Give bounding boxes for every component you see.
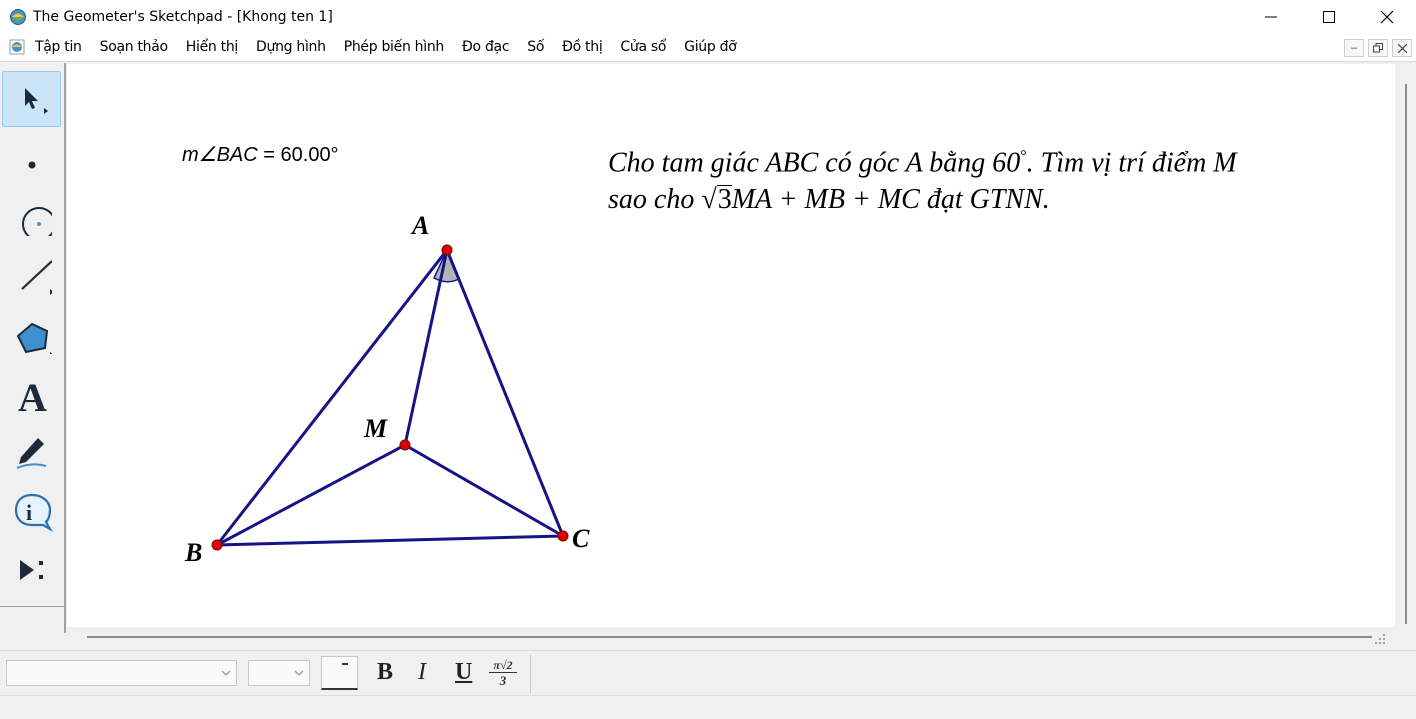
menu-bar: Tập tin Soạn thảo Hiển thị Dựng hình Phé… <box>0 33 1416 62</box>
text-color-button[interactable] <box>321 656 358 690</box>
geometry-figure <box>211 244 569 551</box>
menu-file[interactable]: Tập tin <box>35 39 82 55</box>
title-bar: The Geometer's Sketchpad - [Khong ten 1] <box>0 0 1416 33</box>
point-icon <box>28 161 35 169</box>
horizontal-scroll-thumb[interactable] <box>87 636 1372 638</box>
chevron-down-icon <box>294 670 304 676</box>
doc-close-icon <box>1397 43 1407 53</box>
custom-tool-icon <box>19 560 43 580</box>
label-C[interactable]: C <box>572 524 589 554</box>
custom-tool[interactable] <box>2 542 61 598</box>
minimize-icon <box>1265 16 1277 17</box>
straightedge-tool[interactable] <box>2 247 61 303</box>
segment-AC[interactable] <box>445 249 565 537</box>
document-window-controls: – <box>1344 39 1412 57</box>
label-M[interactable]: M <box>364 414 387 444</box>
font-size-select[interactable] <box>248 660 310 686</box>
svg-text:A: A <box>18 375 47 415</box>
underline-button[interactable]: U <box>455 659 472 686</box>
menu-measure[interactable]: Đo đạc <box>462 39 510 55</box>
math-format-bottom: 3 <box>499 673 507 688</box>
information-tool[interactable]: i <box>2 483 61 539</box>
menu-graph[interactable]: Đồ thị <box>562 39 603 55</box>
menu-construct[interactable]: Dựng hình <box>256 39 326 55</box>
arrow-icon <box>24 88 48 114</box>
toolbox: A i <box>0 63 66 633</box>
menu-help[interactable]: Giúp đỡ <box>684 39 737 55</box>
vertical-scroll-thumb[interactable] <box>1405 84 1407 624</box>
menu-number[interactable]: Số <box>527 39 544 55</box>
sketch-canvas[interactable]: m∠BAC = 60.00° Cho tam giác ABC có góc A… <box>67 64 1395 627</box>
format-bar-separator <box>530 655 531 693</box>
label-A[interactable]: A <box>412 211 429 241</box>
point-M[interactable] <box>399 439 411 451</box>
toolbox-separator <box>0 606 64 607</box>
arrow-select-tool[interactable] <box>2 71 61 127</box>
italic-button[interactable]: I <box>418 659 426 686</box>
point-C[interactable] <box>557 530 569 542</box>
doc-close-button[interactable] <box>1392 39 1412 57</box>
window-title: The Geometer's Sketchpad - [Khong ten 1] <box>33 8 333 25</box>
math-format-top: π√2 <box>489 658 517 673</box>
label-B[interactable]: B <box>185 538 202 568</box>
doc-minimize-icon: – <box>1350 42 1358 54</box>
close-button[interactable] <box>1358 0 1416 33</box>
segment-BC[interactable] <box>216 534 564 547</box>
doc-minimize-button[interactable]: – <box>1344 39 1364 57</box>
menu-transform[interactable]: Phép biến hình <box>344 39 445 55</box>
close-icon <box>1380 10 1394 23</box>
maximize-icon <box>1323 10 1335 23</box>
bold-button[interactable]: B <box>377 659 393 686</box>
straightedge-icon <box>20 260 52 295</box>
point-B[interactable] <box>211 539 223 551</box>
svg-text:i: i <box>26 500 32 525</box>
font-family-select[interactable] <box>6 660 237 686</box>
chevron-down-icon <box>221 670 231 676</box>
sketchpad-app-icon <box>10 8 26 25</box>
compass-tool[interactable] <box>2 188 61 244</box>
minimize-button[interactable] <box>1242 0 1300 33</box>
polygon-tool[interactable] <box>2 306 61 362</box>
text-a-icon: A <box>18 375 47 415</box>
compass-icon <box>21 207 52 236</box>
info-icon: i <box>14 493 53 532</box>
text-format-bar: B I U π√2 3 <box>0 650 1416 695</box>
segment-AB[interactable] <box>215 249 449 546</box>
segment-MB[interactable] <box>216 443 406 547</box>
menu-display[interactable]: Hiển thị <box>186 39 239 55</box>
math-format-button[interactable]: π√2 3 <box>489 658 517 688</box>
text-color-dash-icon <box>342 663 348 665</box>
menu-edit[interactable]: Soạn thảo <box>100 39 168 55</box>
polygon-icon <box>16 322 52 354</box>
document-icon[interactable] <box>9 39 25 55</box>
segment-MC[interactable] <box>404 443 564 538</box>
text-tool[interactable]: A <box>2 365 61 421</box>
vertical-scrollbar[interactable] <box>1396 64 1416 650</box>
horizontal-scrollbar[interactable] <box>67 627 1396 650</box>
point-tool[interactable] <box>2 129 61 185</box>
resize-grip-icon[interactable] <box>1374 633 1386 645</box>
marker-pen-icon <box>16 438 46 469</box>
marker-tool[interactable] <box>2 424 61 480</box>
status-bar <box>0 695 1416 719</box>
doc-restore-icon <box>1373 43 1383 53</box>
doc-restore-button[interactable] <box>1368 39 1388 57</box>
point-A[interactable] <box>441 244 453 256</box>
menu-window[interactable]: Cửa sổ <box>620 39 666 55</box>
maximize-button[interactable] <box>1300 0 1358 33</box>
